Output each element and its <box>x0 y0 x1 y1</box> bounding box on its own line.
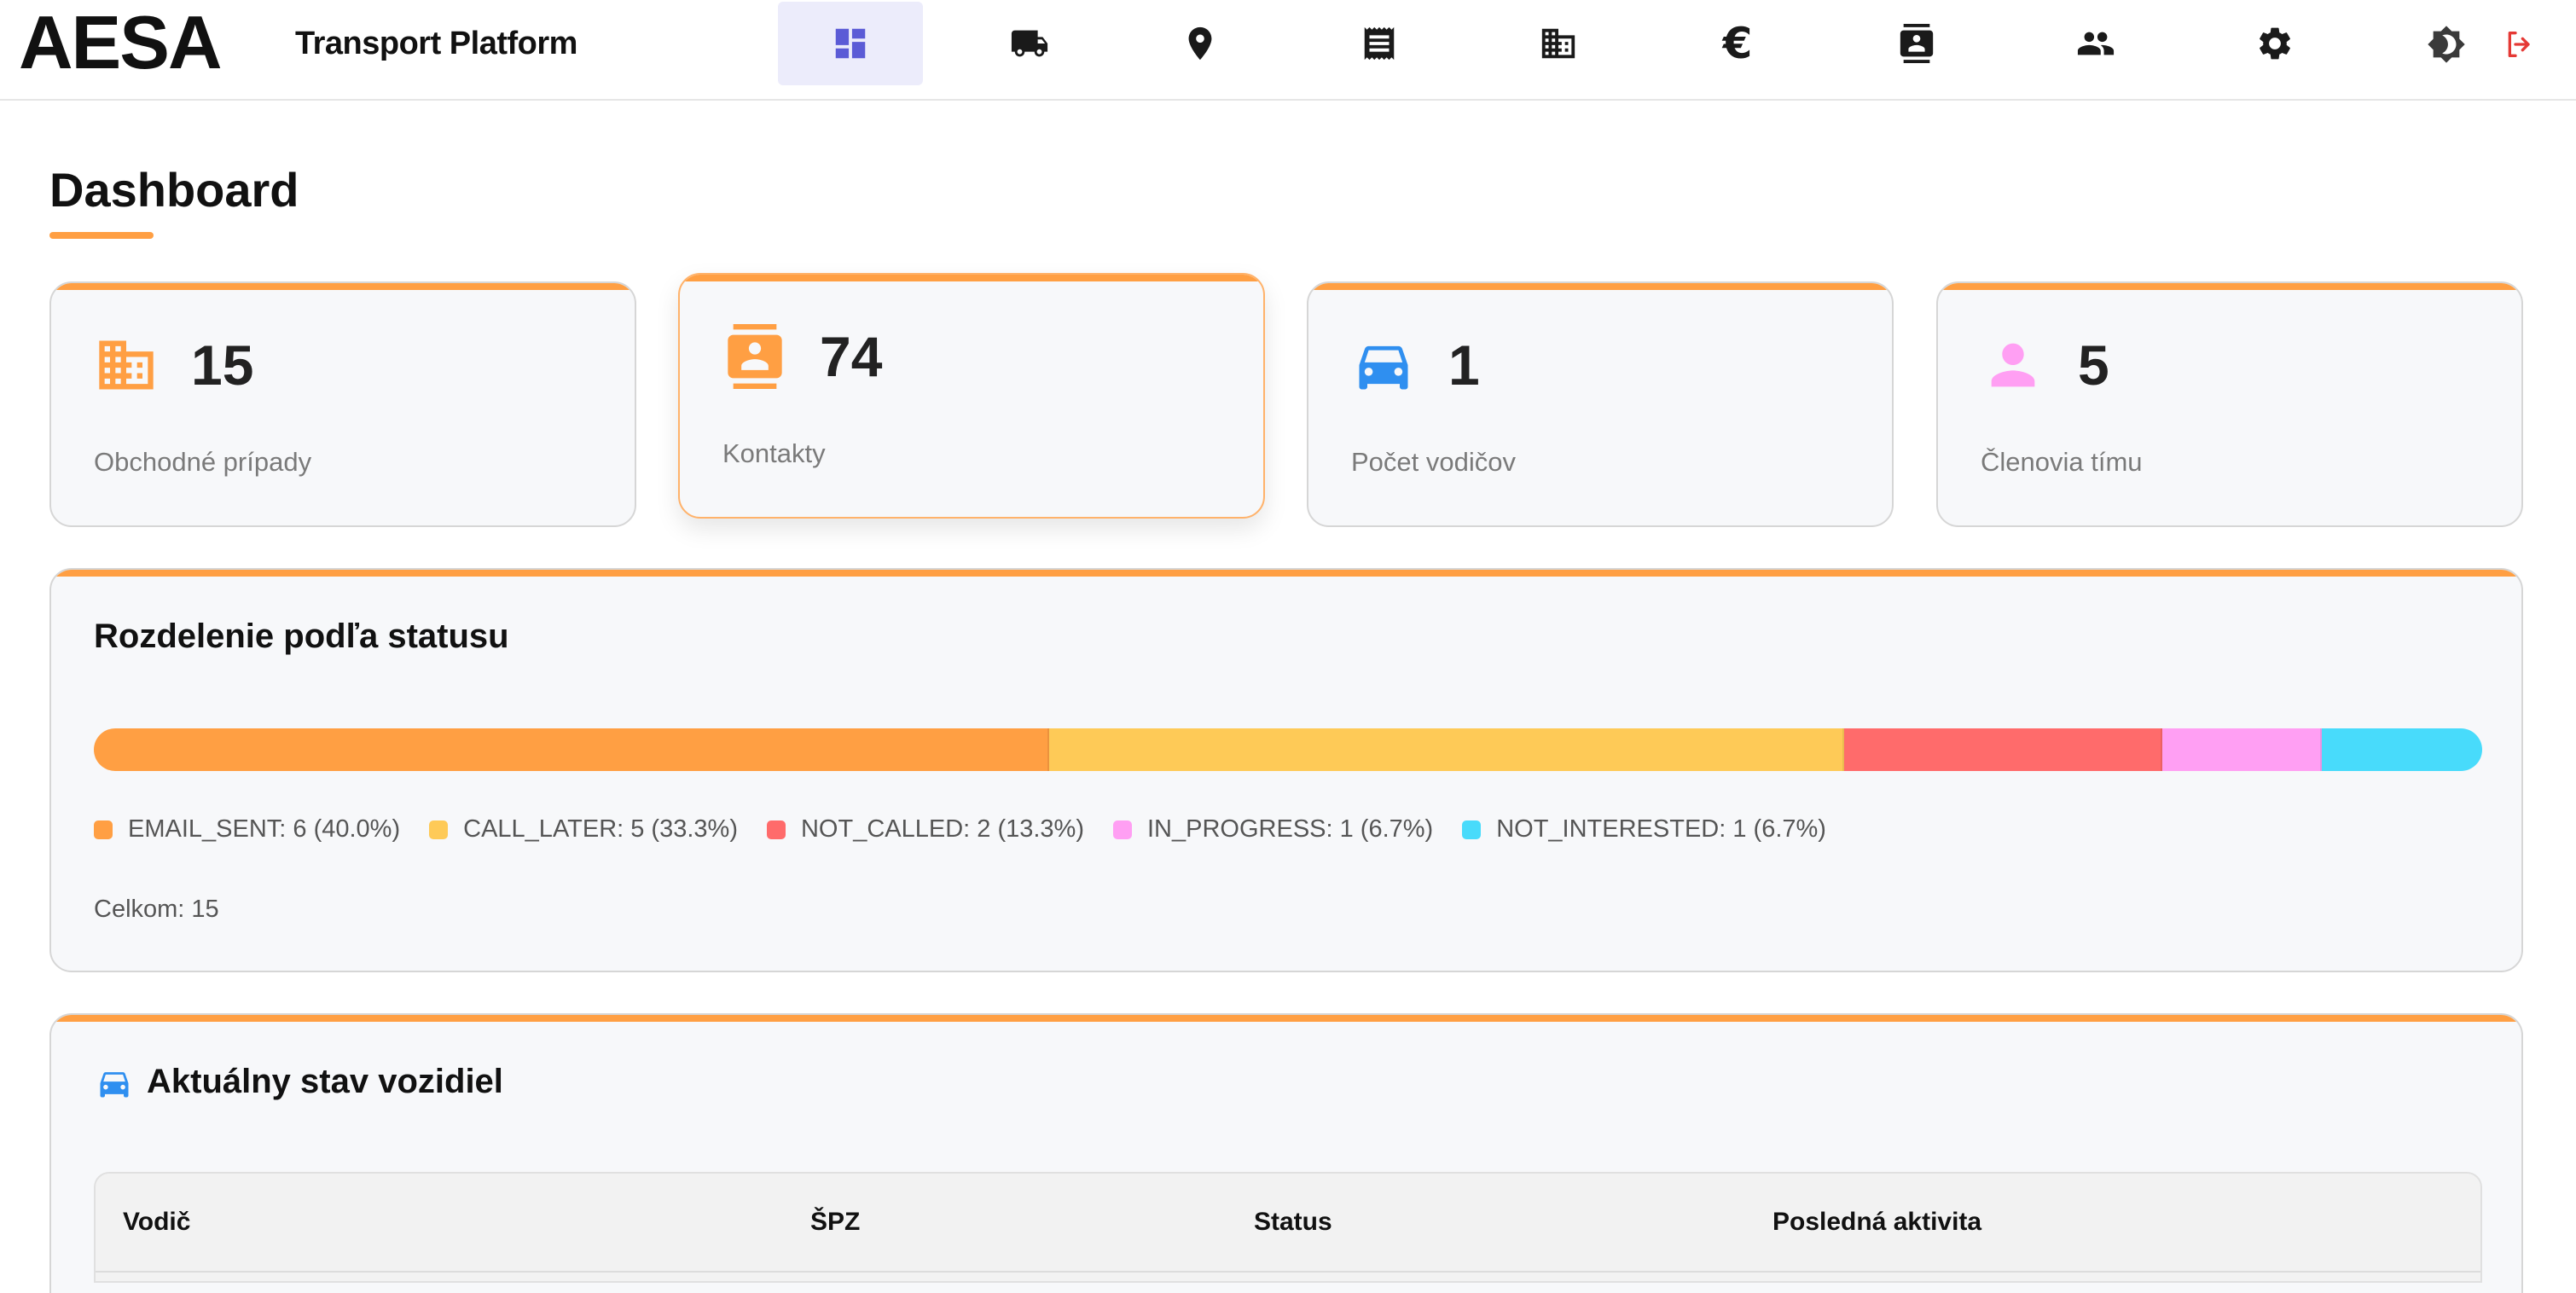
legend-item: CALL_LATER: 5 (33.3%) <box>429 815 738 844</box>
vehicles-card: Aktuálny stav vozidiel Vodič ŠPZ Status … <box>49 1013 2523 1293</box>
stat-card-team[interactable]: 5 Členovia tímu <box>1936 281 2523 527</box>
legend-item: IN_PROGRESS: 1 (6.7%) <box>1113 815 1433 844</box>
stat-value: 1 <box>1448 333 1480 397</box>
nav-transport[interactable] <box>957 2 1102 85</box>
stat-label: Počet vodičov <box>1351 447 1516 477</box>
nav-settings[interactable] <box>2202 2 2347 85</box>
car-icon <box>100 1072 129 1098</box>
title-underline <box>49 232 154 239</box>
legend-swatch <box>94 820 113 839</box>
nav-finance[interactable]: € <box>1665 2 1810 85</box>
euro-icon: € <box>1722 19 1753 68</box>
column-header-plate[interactable]: ŠPZ <box>810 1208 860 1237</box>
building-icon <box>1541 28 1575 59</box>
legend-label: CALL_LATER: 5 (33.3%) <box>463 815 738 843</box>
legend-swatch <box>429 820 449 839</box>
nav-companies[interactable] <box>1486 2 1631 85</box>
car-icon <box>1359 345 1408 390</box>
section-title: Rozdelenie podľa statusu <box>94 618 509 655</box>
column-header-driver[interactable]: Vodič <box>123 1208 190 1237</box>
people-icon <box>2077 32 2115 55</box>
legend-swatch <box>1462 820 1482 839</box>
legend-item: NOT_CALLED: 2 (13.3%) <box>766 815 1084 844</box>
status-total: Celkom: 15 <box>94 896 219 923</box>
aesa-logo[interactable]: AESA <box>19 10 271 75</box>
status-segment-in-progress <box>2161 728 2323 771</box>
svg-text:AESA: AESA <box>19 10 221 75</box>
theme-toggle-icon <box>2428 26 2465 63</box>
theme-toggle-button[interactable] <box>2426 24 2467 65</box>
table-divider <box>96 1271 2480 1273</box>
status-legend: EMAIL_SENT: 6 (40.0%) CALL_LATER: 5 (33.3… <box>94 815 1855 844</box>
section-title: Aktuálny stav vozidiel <box>147 1063 503 1100</box>
legend-label: NOT_INTERESTED: 1 (6.7%) <box>1496 815 1826 843</box>
column-header-last-activity[interactable]: Posledná aktivita <box>1772 1208 1981 1237</box>
nav-contacts[interactable] <box>1844 2 1989 85</box>
legend-swatch <box>766 820 786 839</box>
stat-card-cases[interactable]: 15 Obchodné prípady <box>49 281 636 527</box>
status-segment-not-interested <box>2322 728 2482 771</box>
page-title: Dashboard <box>49 163 299 217</box>
legend-item: NOT_INTERESTED: 1 (6.7%) <box>1462 815 1826 844</box>
status-segment-not-called <box>1844 728 2162 771</box>
stat-value: 74 <box>820 325 883 388</box>
truck-icon <box>1011 30 1048 57</box>
column-header-status[interactable]: Status <box>1254 1208 1332 1237</box>
status-segment-email-sent <box>94 728 1049 771</box>
top-bar: AESA Transport Platform € <box>0 0 2576 101</box>
nav-dashboard[interactable] <box>778 2 923 85</box>
dashboard-icon <box>835 28 866 59</box>
receipt-icon <box>1364 26 1395 61</box>
building-icon <box>99 340 154 390</box>
vehicles-table: Vodič ŠPZ Status Posledná aktivita <box>94 1172 2482 1283</box>
stat-label: Obchodné prípady <box>94 447 312 477</box>
logout-button[interactable] <box>2499 24 2540 65</box>
legend-label: EMAIL_SENT: 6 (40.0%) <box>128 815 401 843</box>
status-segment-call-later <box>1049 728 1845 771</box>
stat-label: Kontakty <box>722 438 826 468</box>
logout-icon <box>2508 32 2530 58</box>
stat-label: Členovia tímu <box>1981 447 2143 477</box>
legend-label: NOT_CALLED: 2 (13.3%) <box>800 815 1084 843</box>
status-distribution-card: Rozdelenie podľa statusu EMAIL_SENT: 6 (… <box>49 568 2523 972</box>
stat-value: 5 <box>2078 333 2109 397</box>
legend-label: IN_PROGRESS: 1 (6.7%) <box>1147 815 1434 843</box>
stat-value: 15 <box>191 333 254 397</box>
gear-icon <box>2260 27 2290 60</box>
nav-locations[interactable] <box>1128 2 1273 85</box>
legend-item: EMAIL_SENT: 6 (40.0%) <box>94 815 400 844</box>
person-icon <box>1991 343 2035 387</box>
stat-card-drivers[interactable]: 1 Počet vodičov <box>1307 281 1894 527</box>
contacts-icon <box>1900 24 1934 63</box>
stat-card-contacts[interactable]: 74 Kontakty <box>678 273 1265 519</box>
nav-team[interactable] <box>2023 2 2168 85</box>
map-pin-icon <box>1188 26 1212 61</box>
legend-swatch <box>1113 820 1132 839</box>
nav-receipts[interactable] <box>1307 2 1452 85</box>
app-title: Transport Platform <box>295 26 577 61</box>
status-progress-bar <box>94 728 2482 771</box>
contacts-icon <box>728 324 782 389</box>
